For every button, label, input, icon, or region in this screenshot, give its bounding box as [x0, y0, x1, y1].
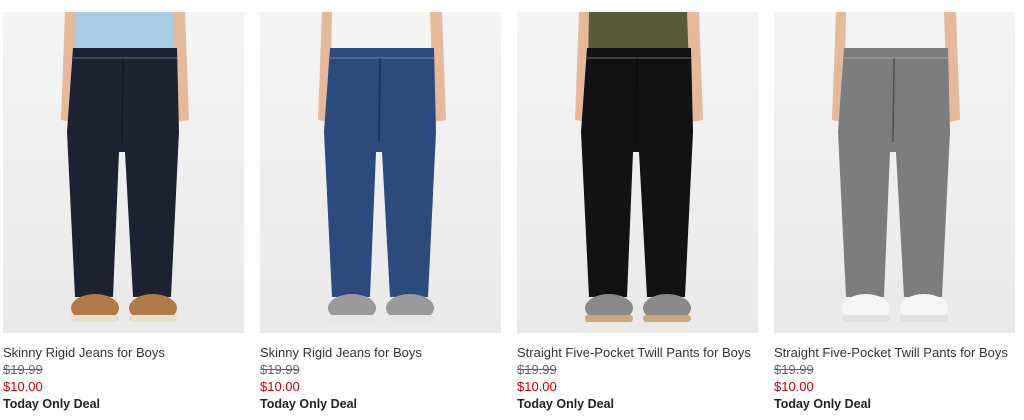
product-card[interactable]: Skinny Rigid Jeans for Boys $19.99 $10.0… [3, 12, 244, 414]
pants-illustration [517, 12, 758, 333]
left-sole [328, 315, 376, 322]
left-sole [71, 315, 119, 322]
deal-badge: Today Only Deal [774, 397, 872, 411]
shirt [326, 12, 436, 52]
pants-illustration [774, 12, 1015, 333]
fly-seam [892, 57, 895, 143]
right-sole [386, 315, 434, 322]
right-sole [129, 315, 177, 322]
deal-badge: Today Only Deal [260, 397, 358, 411]
original-price: $19.99 [3, 362, 43, 377]
product-card[interactable]: Skinny Rigid Jeans for Boys $19.99 $10.0… [260, 12, 501, 414]
deal-badge: Today Only Deal [3, 397, 101, 411]
shirt [69, 12, 179, 52]
fly-seam [635, 57, 638, 143]
shirt [583, 12, 693, 52]
original-price: $19.99 [774, 362, 814, 377]
right-sole [900, 315, 948, 322]
deal-badge: Today Only Deal [517, 397, 615, 411]
sale-price: $10.00 [3, 379, 43, 394]
left-sole [842, 315, 890, 322]
product-name[interactable]: Skinny Rigid Jeans for Boys [260, 344, 501, 361]
sale-price: $10.00 [774, 379, 814, 394]
pants-illustration [260, 12, 501, 333]
product-image[interactable] [517, 12, 758, 333]
shirt [840, 12, 950, 52]
product-card[interactable]: Straight Five-Pocket Twill Pants for Boy… [774, 12, 1015, 414]
product-name[interactable]: Straight Five-Pocket Twill Pants for Boy… [517, 344, 758, 361]
left-sole [585, 315, 633, 322]
original-price: $19.99 [517, 362, 557, 377]
fly-seam [121, 57, 124, 143]
right-sole [643, 315, 691, 322]
original-price: $19.99 [260, 362, 300, 377]
product-card[interactable]: Straight Five-Pocket Twill Pants for Boy… [517, 12, 758, 414]
product-image[interactable] [3, 12, 244, 333]
product-name[interactable]: Straight Five-Pocket Twill Pants for Boy… [774, 344, 1015, 361]
pants-illustration [3, 12, 244, 333]
fly-seam [378, 57, 381, 143]
product-grid: Skinny Rigid Jeans for Boys $19.99 $10.0… [0, 0, 1024, 420]
product-image[interactable] [260, 12, 501, 333]
product-name[interactable]: Skinny Rigid Jeans for Boys [3, 344, 244, 361]
sale-price: $10.00 [517, 379, 557, 394]
product-image[interactable] [774, 12, 1015, 333]
sale-price: $10.00 [260, 379, 300, 394]
